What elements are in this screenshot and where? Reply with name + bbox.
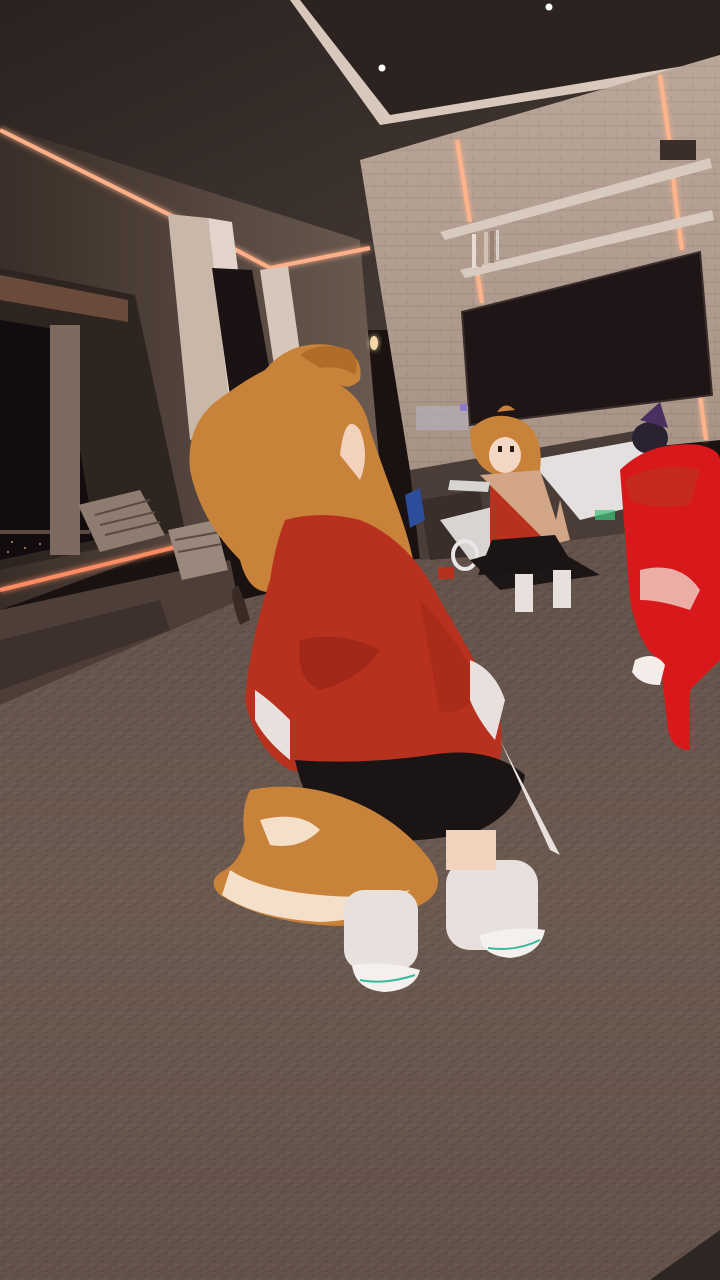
ceiling-spotlight (378, 64, 386, 72)
ceiling-spotlight (545, 3, 553, 11)
vr-scene (0, 0, 720, 1280)
decor-box (660, 140, 696, 160)
scene-render (0, 0, 720, 1280)
wall-sconce (370, 336, 378, 350)
